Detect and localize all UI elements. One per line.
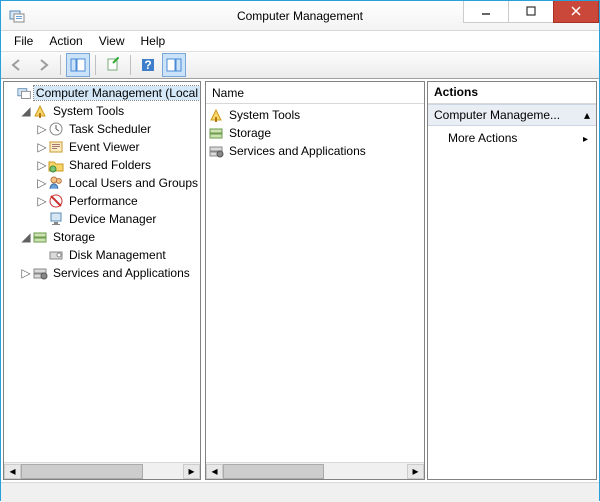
maximize-button[interactable] — [508, 1, 554, 23]
forward-button[interactable] — [31, 53, 55, 77]
scroll-right-icon[interactable]: ▸ — [183, 464, 200, 479]
computer-management-icon — [17, 85, 31, 101]
actions-item-label: More Actions — [448, 131, 517, 145]
expand-twisty-icon[interactable]: ▷ — [36, 140, 48, 154]
actions-pane: Actions Computer Manageme... More Action… — [427, 81, 597, 480]
tree-label: Disk Management — [67, 248, 168, 262]
tree-label: Storage — [51, 230, 97, 244]
toolbar-separator — [95, 55, 96, 75]
menu-bar: File Action View Help — [1, 31, 599, 51]
tree-event-viewer[interactable]: ▷ Event Viewer — [4, 138, 200, 156]
back-button[interactable] — [5, 53, 29, 77]
scroll-track[interactable] — [21, 464, 183, 479]
services-apps-icon — [32, 265, 48, 281]
expand-twisty-icon[interactable]: ▷ — [36, 158, 48, 172]
tree-label: Services and Applications — [51, 266, 192, 280]
storage-icon — [208, 125, 224, 141]
svg-text:?: ? — [144, 58, 151, 72]
menu-help[interactable]: Help — [134, 32, 173, 50]
shared-folders-icon — [48, 157, 64, 173]
properties-button[interactable] — [101, 53, 125, 77]
show-hide-tree-button[interactable] — [66, 53, 90, 77]
list-item-system-tools[interactable]: System Tools — [206, 106, 424, 124]
menu-action[interactable]: Action — [42, 32, 89, 50]
local-users-icon — [48, 175, 64, 191]
window-controls — [464, 1, 599, 23]
tree-label: System Tools — [51, 104, 126, 118]
expand-twisty-icon[interactable]: ▷ — [36, 176, 48, 190]
tree-label: Performance — [67, 194, 140, 208]
app-icon — [9, 8, 25, 24]
tree-local-users[interactable]: ▷ Local Users and Groups — [4, 174, 200, 192]
actions-more-actions[interactable]: More Actions — [428, 126, 596, 150]
tree-disk-management[interactable]: Disk Management — [4, 246, 200, 264]
menu-view[interactable]: View — [92, 32, 132, 50]
title-bar: Computer Management — [1, 1, 599, 31]
tree-task-scheduler[interactable]: ▷ Task Scheduler — [4, 120, 200, 138]
expand-twisty-icon[interactable]: ▷ — [36, 122, 48, 136]
task-scheduler-icon — [48, 121, 64, 137]
collapse-section-icon[interactable] — [584, 108, 590, 122]
list-column-header-name[interactable]: Name — [206, 82, 424, 104]
tree-storage[interactable]: ◢ Storage — [4, 228, 200, 246]
list-item-storage[interactable]: Storage — [206, 124, 424, 142]
toolbar: ? — [1, 51, 599, 79]
workspace: Computer Management (Local ◢ System Tool… — [1, 79, 599, 482]
list-hscroll[interactable]: ◂ ▸ — [206, 462, 424, 479]
toolbar-separator — [130, 55, 131, 75]
scroll-right-icon[interactable]: ▸ — [407, 464, 424, 479]
scroll-track[interactable] — [223, 464, 407, 479]
disk-management-icon — [48, 247, 64, 263]
collapse-twisty-icon[interactable]: ◢ — [20, 104, 32, 118]
expand-twisty-icon[interactable]: ▷ — [20, 266, 32, 280]
tree-label: Shared Folders — [67, 158, 153, 172]
actions-header: Actions — [428, 82, 596, 104]
minimize-button[interactable] — [463, 1, 509, 23]
performance-icon — [48, 193, 64, 209]
scroll-thumb[interactable] — [223, 464, 324, 479]
show-hide-action-pane-button[interactable] — [162, 53, 186, 77]
list-item-services-apps[interactable]: Services and Applications — [206, 142, 424, 160]
tree-hscroll[interactable]: ◂ ▸ — [4, 462, 200, 479]
tree-label: Computer Management (Local — [34, 86, 200, 100]
scroll-left-icon[interactable]: ◂ — [4, 464, 21, 479]
tree-label: Event Viewer — [67, 140, 141, 154]
tree-shared-folders[interactable]: ▷ Shared Folders — [4, 156, 200, 174]
tree-performance[interactable]: ▷ Performance — [4, 192, 200, 210]
list-label: System Tools — [227, 108, 302, 122]
actions-selected-node[interactable]: Computer Manageme... — [428, 104, 596, 126]
tree-device-manager[interactable]: Device Manager — [4, 210, 200, 228]
tree-body[interactable]: Computer Management (Local ◢ System Tool… — [4, 82, 200, 462]
list-body[interactable]: System Tools Storage Services and Applic… — [206, 104, 424, 462]
collapse-twisty-icon[interactable]: ◢ — [20, 230, 32, 244]
list-label: Storage — [227, 126, 273, 140]
storage-icon — [32, 229, 48, 245]
submenu-arrow-icon — [583, 131, 588, 145]
actions-selected-label: Computer Manageme... — [434, 108, 560, 122]
list-label: Services and Applications — [227, 144, 368, 158]
scroll-left-icon[interactable]: ◂ — [206, 464, 223, 479]
expand-twisty-icon[interactable]: ▷ — [36, 194, 48, 208]
tree-services-apps[interactable]: ▷ Services and Applications — [4, 264, 200, 282]
menu-file[interactable]: File — [7, 32, 40, 50]
status-bar — [1, 482, 599, 502]
scroll-thumb[interactable] — [21, 464, 143, 479]
help-button[interactable]: ? — [136, 53, 160, 77]
toolbar-separator — [60, 55, 61, 75]
tree-label: Task Scheduler — [67, 122, 153, 136]
tree-label: Device Manager — [67, 212, 158, 226]
tree-system-tools[interactable]: ◢ System Tools — [4, 102, 200, 120]
tree-label: Local Users and Groups — [67, 176, 200, 190]
services-apps-icon — [208, 143, 224, 159]
close-button[interactable] — [553, 1, 599, 23]
tree-root[interactable]: Computer Management (Local — [4, 84, 200, 102]
tree-pane: Computer Management (Local ◢ System Tool… — [3, 81, 201, 480]
device-manager-icon — [48, 211, 64, 227]
event-viewer-icon — [48, 139, 64, 155]
system-tools-icon — [208, 107, 224, 123]
system-tools-icon — [32, 103, 48, 119]
list-pane: Name System Tools Storage Services and A… — [205, 81, 425, 480]
